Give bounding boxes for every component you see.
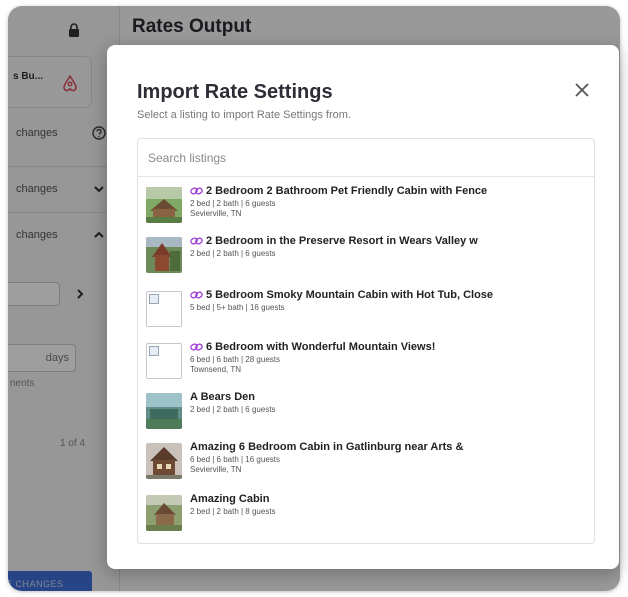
- link-icon: [190, 237, 203, 245]
- listing-meta: 6 bed | 6 bath | 16 guests Sevierville, …: [190, 455, 280, 475]
- search-listings-input[interactable]: [138, 139, 594, 177]
- cabin-photo-icon: [146, 237, 182, 273]
- listing-meta: 5 bed | 5+ bath | 16 guests: [190, 303, 285, 313]
- cabin-photo-icon: [146, 443, 182, 479]
- link-icon: [190, 343, 203, 351]
- listing-item[interactable]: 6 Bedroom with Wonderful Mountain Views!…: [146, 341, 586, 389]
- listing-location: Sevierville, TN: [190, 465, 242, 474]
- listings-panel: 2 Bedroom 2 Bathroom Pet Friendly Cabin …: [137, 138, 595, 544]
- listing-title-text: Amazing 6 Bedroom Cabin in Gatlinburg ne…: [190, 441, 464, 453]
- listing-item[interactable]: 2 Bedroom 2 Bathroom Pet Friendly Cabin …: [146, 185, 586, 233]
- dialog-title: Import Rate Settings: [137, 81, 333, 103]
- listing-title: A Bears Den: [190, 391, 255, 403]
- broken-image-icon: [146, 291, 182, 327]
- cabin-photo-icon: [146, 495, 182, 531]
- listing-title: 5 Bedroom Smoky Mountain Cabin with Hot …: [190, 289, 493, 301]
- listing-title-text: 2 Bedroom 2 Bathroom Pet Friendly Cabin …: [206, 185, 488, 197]
- listing-location: Sevierville, TN: [190, 209, 242, 218]
- listing-meta: 2 bed | 2 bath | 6 guests: [190, 405, 276, 415]
- listing-title-text: 6 Bedroom with Wonderful Mountain Views!: [206, 341, 436, 353]
- broken-image-icon: [146, 343, 182, 379]
- listing-item[interactable]: Amazing Cabin 2 bed | 2 bath | 8 guests: [146, 493, 586, 541]
- listing-title-text: 2 Bedroom in the Preserve Resort in Wear…: [206, 235, 478, 247]
- listing-specs: 2 bed | 2 bath | 8 guests: [190, 507, 276, 516]
- import-rate-settings-dialog: Import Rate Settings Select a listing to…: [107, 45, 619, 569]
- listing-meta: 2 bed | 2 bath | 6 guests: [190, 249, 276, 259]
- dialog-subtitle: Select a listing to import Rate Settings…: [137, 109, 351, 121]
- listing-specs: 2 bed | 2 bath | 6 guests: [190, 249, 276, 258]
- listing-item[interactable]: Amazing 6 Bedroom Cabin in Gatlinburg ne…: [146, 441, 586, 489]
- listing-location: Townsend, TN: [190, 365, 241, 374]
- link-icon: [190, 187, 203, 195]
- listing-title-text: A Bears Den: [190, 391, 256, 403]
- listing-meta: 2 bed | 2 bath | 6 guests Sevierville, T…: [190, 199, 276, 219]
- listing-title: 2 Bedroom 2 Bathroom Pet Friendly Cabin …: [190, 185, 487, 197]
- listing-meta: 2 bed | 2 bath | 8 guests: [190, 507, 276, 517]
- listing-specs: 2 bed | 2 bath | 6 guests: [190, 199, 276, 208]
- link-icon: [190, 291, 203, 299]
- listing-title: Amazing 6 Bedroom Cabin in Gatlinburg ne…: [190, 441, 463, 453]
- listing-title-text: Amazing Cabin: [190, 493, 270, 505]
- listing-title: Amazing Cabin: [190, 493, 269, 505]
- cabin-photo-icon: [146, 187, 182, 223]
- listing-specs: 2 bed | 2 bath | 6 guests: [190, 405, 276, 414]
- close-icon[interactable]: [571, 79, 593, 101]
- listing-meta: 6 bed | 6 bath | 28 guests Townsend, TN: [190, 355, 280, 375]
- listing-specs: 6 bed | 6 bath | 16 guests: [190, 455, 280, 464]
- listing-specs: 6 bed | 6 bath | 28 guests: [190, 355, 280, 364]
- cabin-photo-icon: [146, 393, 182, 429]
- listing-title-text: 5 Bedroom Smoky Mountain Cabin with Hot …: [206, 289, 494, 301]
- listing-title: 2 Bedroom in the Preserve Resort in Wear…: [190, 235, 478, 247]
- listing-title: 6 Bedroom with Wonderful Mountain Views!: [190, 341, 435, 353]
- listing-specs: 5 bed | 5+ bath | 16 guests: [190, 303, 285, 312]
- listing-item[interactable]: A Bears Den 2 bed | 2 bath | 6 guests: [146, 391, 586, 439]
- listing-item[interactable]: 2 Bedroom in the Preserve Resort in Wear…: [146, 235, 586, 283]
- listing-item[interactable]: 5 Bedroom Smoky Mountain Cabin with Hot …: [146, 289, 586, 337]
